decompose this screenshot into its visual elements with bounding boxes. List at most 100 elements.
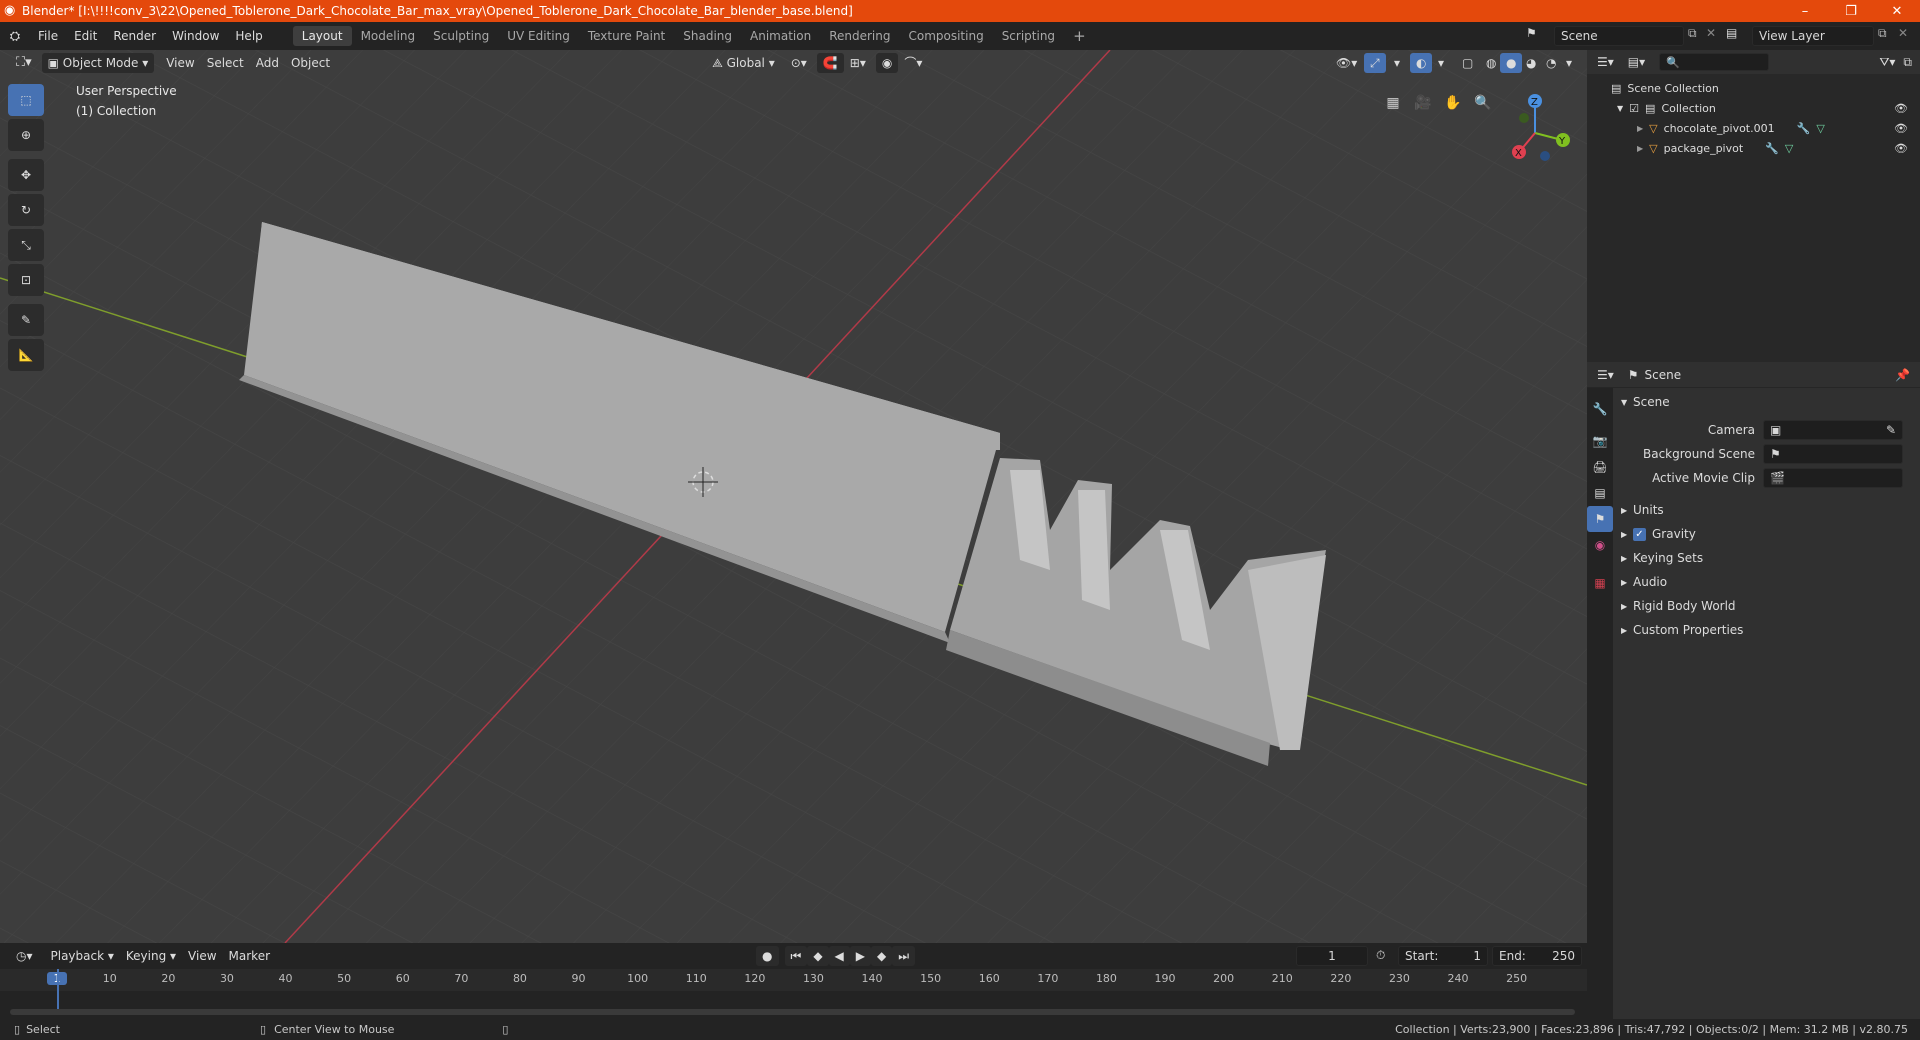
expand-arrow-icon[interactable]: ▼ — [1617, 104, 1623, 113]
background-scene-field[interactable]: ⚑ — [1763, 444, 1903, 464]
modifier-wrench-icon[interactable]: 🔧 — [1765, 142, 1779, 155]
frame-ruler[interactable]: 1102030405060708090100110120130140150160… — [0, 969, 1587, 991]
outliner-editor-icon[interactable]: ☰▾ — [1597, 55, 1614, 69]
tab-layout[interactable]: Layout — [292, 26, 352, 46]
viewport-menu-add[interactable]: Add — [250, 53, 285, 73]
view-layer-selector[interactable]: View Layer — [1752, 26, 1874, 46]
play-reverse-icon[interactable]: ◀ — [828, 946, 850, 966]
visibility-filter-icon[interactable]: 👁▾ — [1330, 53, 1363, 73]
menu-render[interactable]: Render — [105, 26, 164, 46]
viewport-menu-select[interactable]: Select — [201, 53, 250, 73]
object-visibility-icon[interactable]: 👁 — [1894, 122, 1908, 135]
tab-animation[interactable]: Animation — [741, 26, 820, 46]
tab-uv-editing[interactable]: UV Editing — [498, 26, 579, 46]
rigid-body-world-panel-header[interactable]: ▶ Rigid Body World — [1615, 594, 1920, 618]
keying-menu[interactable]: Keying ▾ — [120, 946, 182, 966]
timeline-view-menu[interactable]: View — [182, 946, 222, 966]
add-workspace-button[interactable]: + — [1064, 26, 1095, 46]
delete-scene-icon[interactable]: ✕ — [1706, 26, 1716, 40]
overlay-toggle-icon[interactable]: ◐ — [1410, 53, 1433, 73]
next-keyframe-icon[interactable]: ◆ — [871, 946, 893, 966]
start-frame-field[interactable]: Start: 1 — [1398, 946, 1488, 966]
annotate-tool-icon[interactable]: ✎ — [8, 304, 44, 336]
output-tab-icon[interactable]: 🖨 — [1587, 454, 1613, 480]
close-window-button[interactable]: ✕ — [1874, 0, 1920, 22]
mesh-data-icon[interactable]: ▽ — [1816, 122, 1824, 135]
outliner-row-object[interactable]: ▶ ▽ chocolate_pivot.001 🔧 ▽ 👁 — [1587, 118, 1920, 138]
new-collection-icon[interactable]: ⧉ — [1903, 55, 1912, 70]
outliner-row-object[interactable]: ▶ ▽ package_pivot 🔧 ▽ 👁 — [1587, 138, 1920, 158]
new-scene-icon[interactable]: ⧉ — [1688, 26, 1697, 41]
texture-tab-icon[interactable]: ▦ — [1587, 570, 1613, 596]
minimize-button[interactable]: – — [1782, 0, 1828, 22]
audio-panel-header[interactable]: ▶ Audio — [1615, 570, 1920, 594]
scene-panel-header[interactable]: ▼ Scene — [1615, 390, 1920, 414]
playback-menu[interactable]: Playback ▾ — [45, 946, 120, 966]
use-preview-range-icon[interactable]: ⏱ — [1376, 948, 1385, 963]
3d-viewport[interactable]: User Perspective (1) Collection ▦ 🎥 ✋ 🔍 … — [0, 50, 1587, 943]
tab-scripting[interactable]: Scripting — [993, 26, 1064, 46]
menu-file[interactable]: File — [30, 26, 66, 46]
gravity-panel-header[interactable]: ▶ ✓ Gravity — [1615, 522, 1920, 546]
scene-icon[interactable]: ⚑ — [1526, 26, 1537, 40]
gravity-checkbox[interactable]: ✓ — [1633, 527, 1646, 541]
scene-selector[interactable]: Scene — [1554, 26, 1684, 46]
proportional-falloff-icon[interactable]: ⌒▾ — [898, 53, 928, 73]
maximize-button[interactable]: ❐ — [1828, 0, 1874, 22]
keying-sets-panel-header[interactable]: ▶ Keying Sets — [1615, 546, 1920, 570]
object-visibility-icon[interactable]: 👁 — [1894, 142, 1908, 155]
navigation-gizmo[interactable]: Z Y X — [1500, 88, 1580, 168]
tab-rendering[interactable]: Rendering — [820, 26, 899, 46]
render-tab-icon[interactable]: 📷 — [1587, 428, 1613, 454]
zoom-icon[interactable]: 🔍 — [1468, 88, 1498, 118]
scale-tool-icon[interactable]: ⤡ — [8, 229, 44, 261]
playhead[interactable] — [57, 969, 59, 1011]
custom-properties-panel-header[interactable]: ▶ Custom Properties — [1615, 618, 1920, 642]
mesh-data-icon[interactable]: ▽ — [1785, 142, 1793, 155]
pin-icon[interactable]: 📌 — [1895, 368, 1910, 382]
gizmo-toggle-icon[interactable]: ⤢ — [1364, 53, 1386, 73]
snap-icon[interactable]: 🧲 — [816, 53, 844, 73]
properties-editor-icon[interactable]: ☰▾ — [1597, 368, 1614, 382]
eyedropper-icon[interactable]: ✎ — [1886, 421, 1896, 439]
exclude-checkbox[interactable]: ☑ — [1629, 102, 1639, 115]
proportional-edit-icon[interactable]: ◉ — [875, 53, 899, 73]
camera-field[interactable]: ▣ ✎ — [1763, 420, 1903, 440]
marker-menu[interactable]: Marker — [223, 946, 276, 966]
tab-texture-paint[interactable]: Texture Paint — [579, 26, 674, 46]
view-layer-tab-icon[interactable]: ▤ — [1587, 480, 1613, 506]
overlay-dropdown-icon[interactable]: ▾ — [1432, 53, 1450, 73]
blender-menu-icon[interactable]: ⛭ — [0, 29, 30, 44]
tab-sculpting[interactable]: Sculpting — [424, 26, 498, 46]
outliner-filter-icon[interactable]: ⛛▾ — [1879, 55, 1895, 70]
expand-arrow-icon[interactable]: ▶ — [1637, 124, 1643, 133]
move-tool-icon[interactable]: ✥ — [8, 159, 44, 191]
end-frame-field[interactable]: End: 250 — [1492, 946, 1582, 966]
menu-window[interactable]: Window — [164, 26, 227, 46]
collection-visibility-icon[interactable]: 👁 — [1894, 102, 1908, 115]
tab-compositing[interactable]: Compositing — [899, 26, 992, 46]
jump-start-icon[interactable]: ⏮ — [784, 946, 808, 966]
modifier-wrench-icon[interactable]: 🔧 — [1797, 122, 1811, 135]
viewport-menu-object[interactable]: Object — [285, 53, 336, 73]
cursor-tool-icon[interactable]: ⊕ — [8, 119, 44, 151]
camera-view-icon[interactable]: 🎥 — [1408, 88, 1438, 118]
editor-type-icon[interactable]: ⛶▾ — [10, 53, 38, 73]
expand-arrow-icon[interactable]: ▶ — [1637, 144, 1643, 153]
active-movie-clip-field[interactable]: 🎬 — [1763, 468, 1903, 488]
scene-tab-icon[interactable]: ⚑ — [1587, 506, 1613, 532]
snap-target-icon[interactable]: ⊞▾ — [844, 53, 872, 73]
object-mode-dropdown[interactable]: ▣ Object Mode ▾ — [41, 53, 155, 73]
outliner-search-input[interactable]: 🔍 — [1659, 53, 1770, 71]
jump-end-icon[interactable]: ⏭ — [892, 946, 916, 966]
select-box-tool-icon[interactable]: ⬚ — [8, 84, 44, 116]
transform-orientation-dropdown[interactable]: ⟁ Global ▾ — [706, 53, 781, 73]
display-mode-icon[interactable]: ▤▾ — [1628, 55, 1645, 69]
outliner-row-scene-collection[interactable]: ▤ Scene Collection — [1587, 78, 1920, 98]
menu-help[interactable]: Help — [227, 26, 270, 46]
gizmo-dropdown-icon[interactable]: ▾ — [1388, 53, 1406, 73]
new-view-layer-icon[interactable]: ⧉ — [1878, 26, 1887, 41]
tool-tab-icon[interactable]: 🔧 — [1587, 396, 1613, 422]
play-icon[interactable]: ▶ — [849, 946, 872, 966]
pivot-point-icon[interactable]: ⊙▾ — [785, 53, 813, 73]
